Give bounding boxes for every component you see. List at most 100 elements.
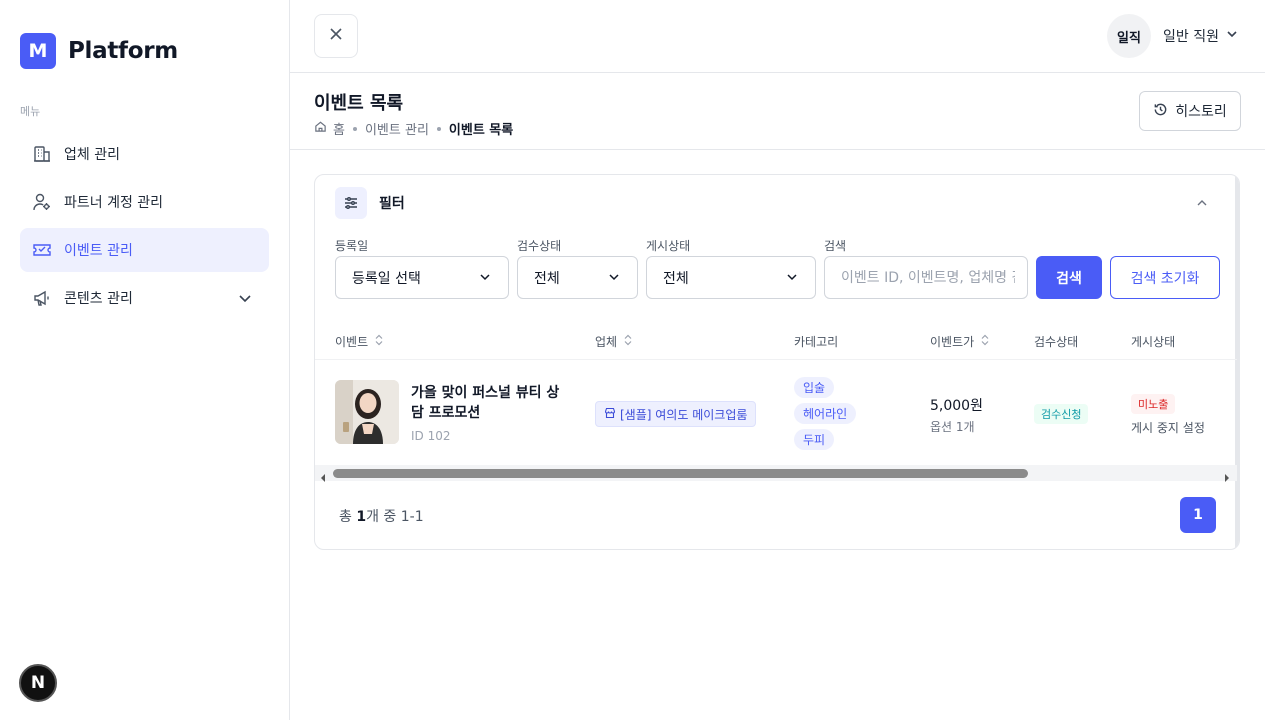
- date-filter-label: 등록일: [335, 239, 369, 253]
- event-list-card: 필터 등록일 검수상태 게시상태 검색 등록일 선택 전체 전체 검색 검색 초…: [314, 174, 1240, 550]
- sidebar-item-label: 이벤트 관리: [64, 243, 133, 259]
- scrollbar-thumb[interactable]: [333, 469, 1028, 478]
- breadcrumb-current: 이벤트 목록: [448, 123, 514, 138]
- post-filter-label: 게시상태: [646, 239, 691, 253]
- sidebar-item-label: 파트너 계정 관리: [64, 195, 164, 211]
- column-header-category: 카테고리: [794, 333, 838, 350]
- sort-icon: [980, 334, 990, 349]
- total-count: 총 1개 중 1-1: [339, 506, 424, 526]
- post-status-select[interactable]: 전체: [646, 256, 816, 299]
- store-icon: [604, 407, 616, 422]
- user-menu[interactable]: 일직 일반 직원: [1107, 14, 1239, 58]
- breadcrumb-separator: [436, 126, 441, 131]
- history-label: 히스토리: [1175, 104, 1227, 120]
- event-name[interactable]: 가을 맞이 퍼스널 뷰티 상담 프로모션: [411, 383, 561, 423]
- breadcrumb-home[interactable]: 홈: [333, 119, 345, 138]
- chevron-down-icon: [607, 270, 621, 288]
- filter-icon: [335, 187, 367, 219]
- chevron-down-icon: [1225, 27, 1239, 45]
- page-title: 이벤트 목록: [314, 93, 404, 114]
- column-header-label: 이벤트가: [930, 335, 975, 349]
- breadcrumb-events[interactable]: 이벤트 관리: [365, 119, 429, 138]
- chevron-down-icon: [478, 270, 492, 288]
- reset-search-button[interactable]: 검색 초기화: [1110, 256, 1220, 299]
- page-header: 이벤트 목록 홈 이벤트 관리 이벤트 목록 히스토리: [290, 73, 1265, 150]
- review-status-select[interactable]: 전체: [517, 256, 638, 299]
- filter-header[interactable]: 필터: [335, 187, 405, 219]
- sidebar-item-contents[interactable]: 콘텐츠 관리: [20, 276, 269, 320]
- sort-icon: [374, 334, 384, 349]
- avatar: 일직: [1107, 14, 1152, 58]
- column-header-vendor[interactable]: 업체: [595, 333, 633, 350]
- category-chip: 헤어라인: [794, 403, 857, 424]
- role-dropdown[interactable]: 일반 직원: [1163, 26, 1239, 46]
- page-button-current[interactable]: 1: [1180, 497, 1216, 533]
- vendor-chip[interactable]: [샘플] 여의도 메이크업룸: [595, 401, 757, 427]
- role-label: 일반 직원: [1163, 29, 1219, 45]
- sidebar-item-vendors[interactable]: 업체 관리: [20, 132, 269, 176]
- topbar: 일직 일반 직원: [290, 0, 1265, 73]
- total-suffix: 개 중 1-1: [366, 509, 424, 525]
- logo-text: Platform: [68, 38, 178, 64]
- table-divider: [315, 359, 1237, 360]
- close-button[interactable]: [314, 14, 358, 58]
- scroll-right-arrow-icon[interactable]: [1223, 468, 1231, 487]
- home-icon: [314, 120, 327, 137]
- sidebar-item-events[interactable]: 이벤트 관리: [20, 228, 269, 272]
- category-chip: 두피: [794, 429, 835, 450]
- sidebar-item-partner-accounts[interactable]: 파트너 계정 관리: [20, 180, 269, 224]
- close-icon: [328, 26, 344, 46]
- dev-badge[interactable]: N: [19, 664, 57, 702]
- total-prefix: 총: [339, 509, 357, 525]
- history-icon: [1153, 102, 1168, 121]
- table-horizontal-scrollbar[interactable]: [315, 465, 1237, 482]
- chevron-down-icon: [785, 270, 799, 288]
- column-header-label: 업체: [595, 335, 618, 349]
- page-scrollbar[interactable]: [1265, 0, 1280, 720]
- post-status-badge: 미노출: [1131, 394, 1176, 414]
- review-status-value: 전체: [534, 270, 560, 287]
- search-input[interactable]: [824, 256, 1028, 299]
- event-thumbnail[interactable]: [335, 380, 399, 444]
- breadcrumb-separator: [352, 126, 357, 131]
- ticket-icon: [32, 240, 52, 260]
- sidebar-item-label: 업체 관리: [64, 147, 120, 163]
- megaphone-icon: [32, 288, 52, 308]
- event-id: ID 102: [411, 429, 451, 443]
- history-button[interactable]: 히스토리: [1139, 91, 1241, 131]
- total-number: 1: [356, 509, 367, 525]
- review-filter-label: 검수상태: [517, 239, 562, 253]
- building-icon: [32, 144, 52, 164]
- search-button[interactable]: 검색: [1036, 256, 1102, 299]
- column-header-label: 카테고리: [794, 335, 839, 349]
- column-header-event[interactable]: 이벤트: [335, 333, 384, 350]
- post-status-value: 전체: [663, 270, 689, 287]
- column-header-label: 검수상태: [1034, 335, 1079, 349]
- chevron-up-icon[interactable]: [1195, 195, 1209, 214]
- breadcrumb: 홈 이벤트 관리 이벤트 목록: [314, 119, 513, 138]
- sort-icon: [623, 334, 633, 349]
- date-select-value: 등록일 선택: [352, 270, 421, 287]
- option-count: 옵션 1개: [930, 420, 975, 434]
- scroll-left-arrow-icon[interactable]: [319, 468, 327, 487]
- column-header-label: 이벤트: [335, 335, 369, 349]
- logo[interactable]: M Platform: [20, 33, 178, 69]
- post-status-detail: 게시 중지 설정: [1131, 421, 1205, 435]
- card-edge: [1235, 175, 1239, 549]
- search-label: 검색: [824, 239, 847, 253]
- menu-caption: 메뉴: [20, 105, 41, 118]
- review-status-badge: 검수신청: [1034, 404, 1089, 424]
- column-header-post-status: 게시상태: [1131, 333, 1175, 350]
- user-gear-icon: [32, 192, 52, 212]
- category-chip: 입술: [794, 377, 835, 398]
- sidebar-item-label: 콘텐츠 관리: [64, 291, 133, 307]
- column-header-label: 게시상태: [1131, 335, 1176, 349]
- logo-mark: M: [20, 33, 56, 69]
- vendor-name: [샘플] 여의도 메이크업룸: [620, 407, 748, 422]
- sidebar: M Platform 메뉴 업체 관리 파트너 계정 관리 이벤트 관리 콘텐츠…: [0, 0, 290, 720]
- filter-title: 필터: [379, 196, 405, 212]
- date-select[interactable]: 등록일 선택: [335, 256, 509, 299]
- chevron-down-icon[interactable]: [235, 288, 255, 308]
- event-price: 5,000원: [930, 398, 983, 414]
- column-header-price[interactable]: 이벤트가: [930, 333, 990, 350]
